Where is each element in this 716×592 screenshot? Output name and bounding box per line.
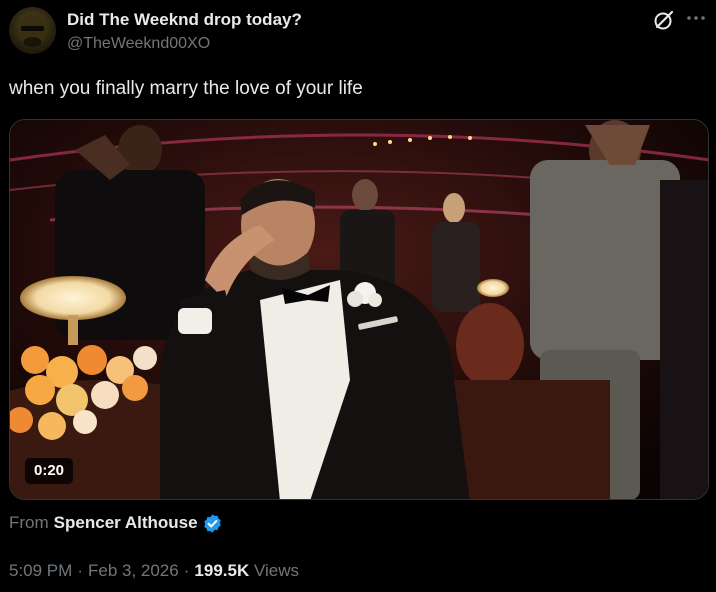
avatar-image	[18, 15, 47, 47]
views-count: 199.5K	[194, 561, 250, 580]
tweet-text: when you finally marry the love of your …	[9, 78, 363, 99]
views-label: Views	[253, 561, 300, 580]
verified-badge-icon	[202, 513, 223, 534]
from-name-link[interactable]: Spencer Althouse	[54, 511, 198, 535]
tweet-time[interactable]: 5:09 PM	[9, 561, 72, 580]
more-icon[interactable]	[684, 6, 708, 30]
grok-icon[interactable]	[653, 9, 675, 31]
from-label: From	[9, 513, 49, 532]
author-block: Did The Weeknd drop today? @TheWeeknd00X…	[67, 9, 302, 55]
handle[interactable]: @TheWeeknd00XO	[67, 33, 302, 55]
tweet-meta: 5:09 PM · Feb 3, 2026 · 199.5K Views	[9, 559, 299, 583]
meta-separator: ·	[77, 561, 83, 580]
video-player[interactable]: 0:20	[9, 119, 709, 500]
from-attribution: From Spencer Althouse	[9, 511, 223, 535]
tweet: Did The Weeknd drop today? @TheWeeknd00X…	[0, 0, 716, 592]
display-name[interactable]: Did The Weeknd drop today?	[67, 9, 302, 31]
video-frame	[10, 120, 708, 499]
tweet-date[interactable]: Feb 3, 2026	[88, 561, 179, 580]
meta-separator: ·	[183, 561, 190, 580]
video-duration-badge: 0:20	[25, 458, 74, 484]
avatar[interactable]	[9, 7, 56, 54]
